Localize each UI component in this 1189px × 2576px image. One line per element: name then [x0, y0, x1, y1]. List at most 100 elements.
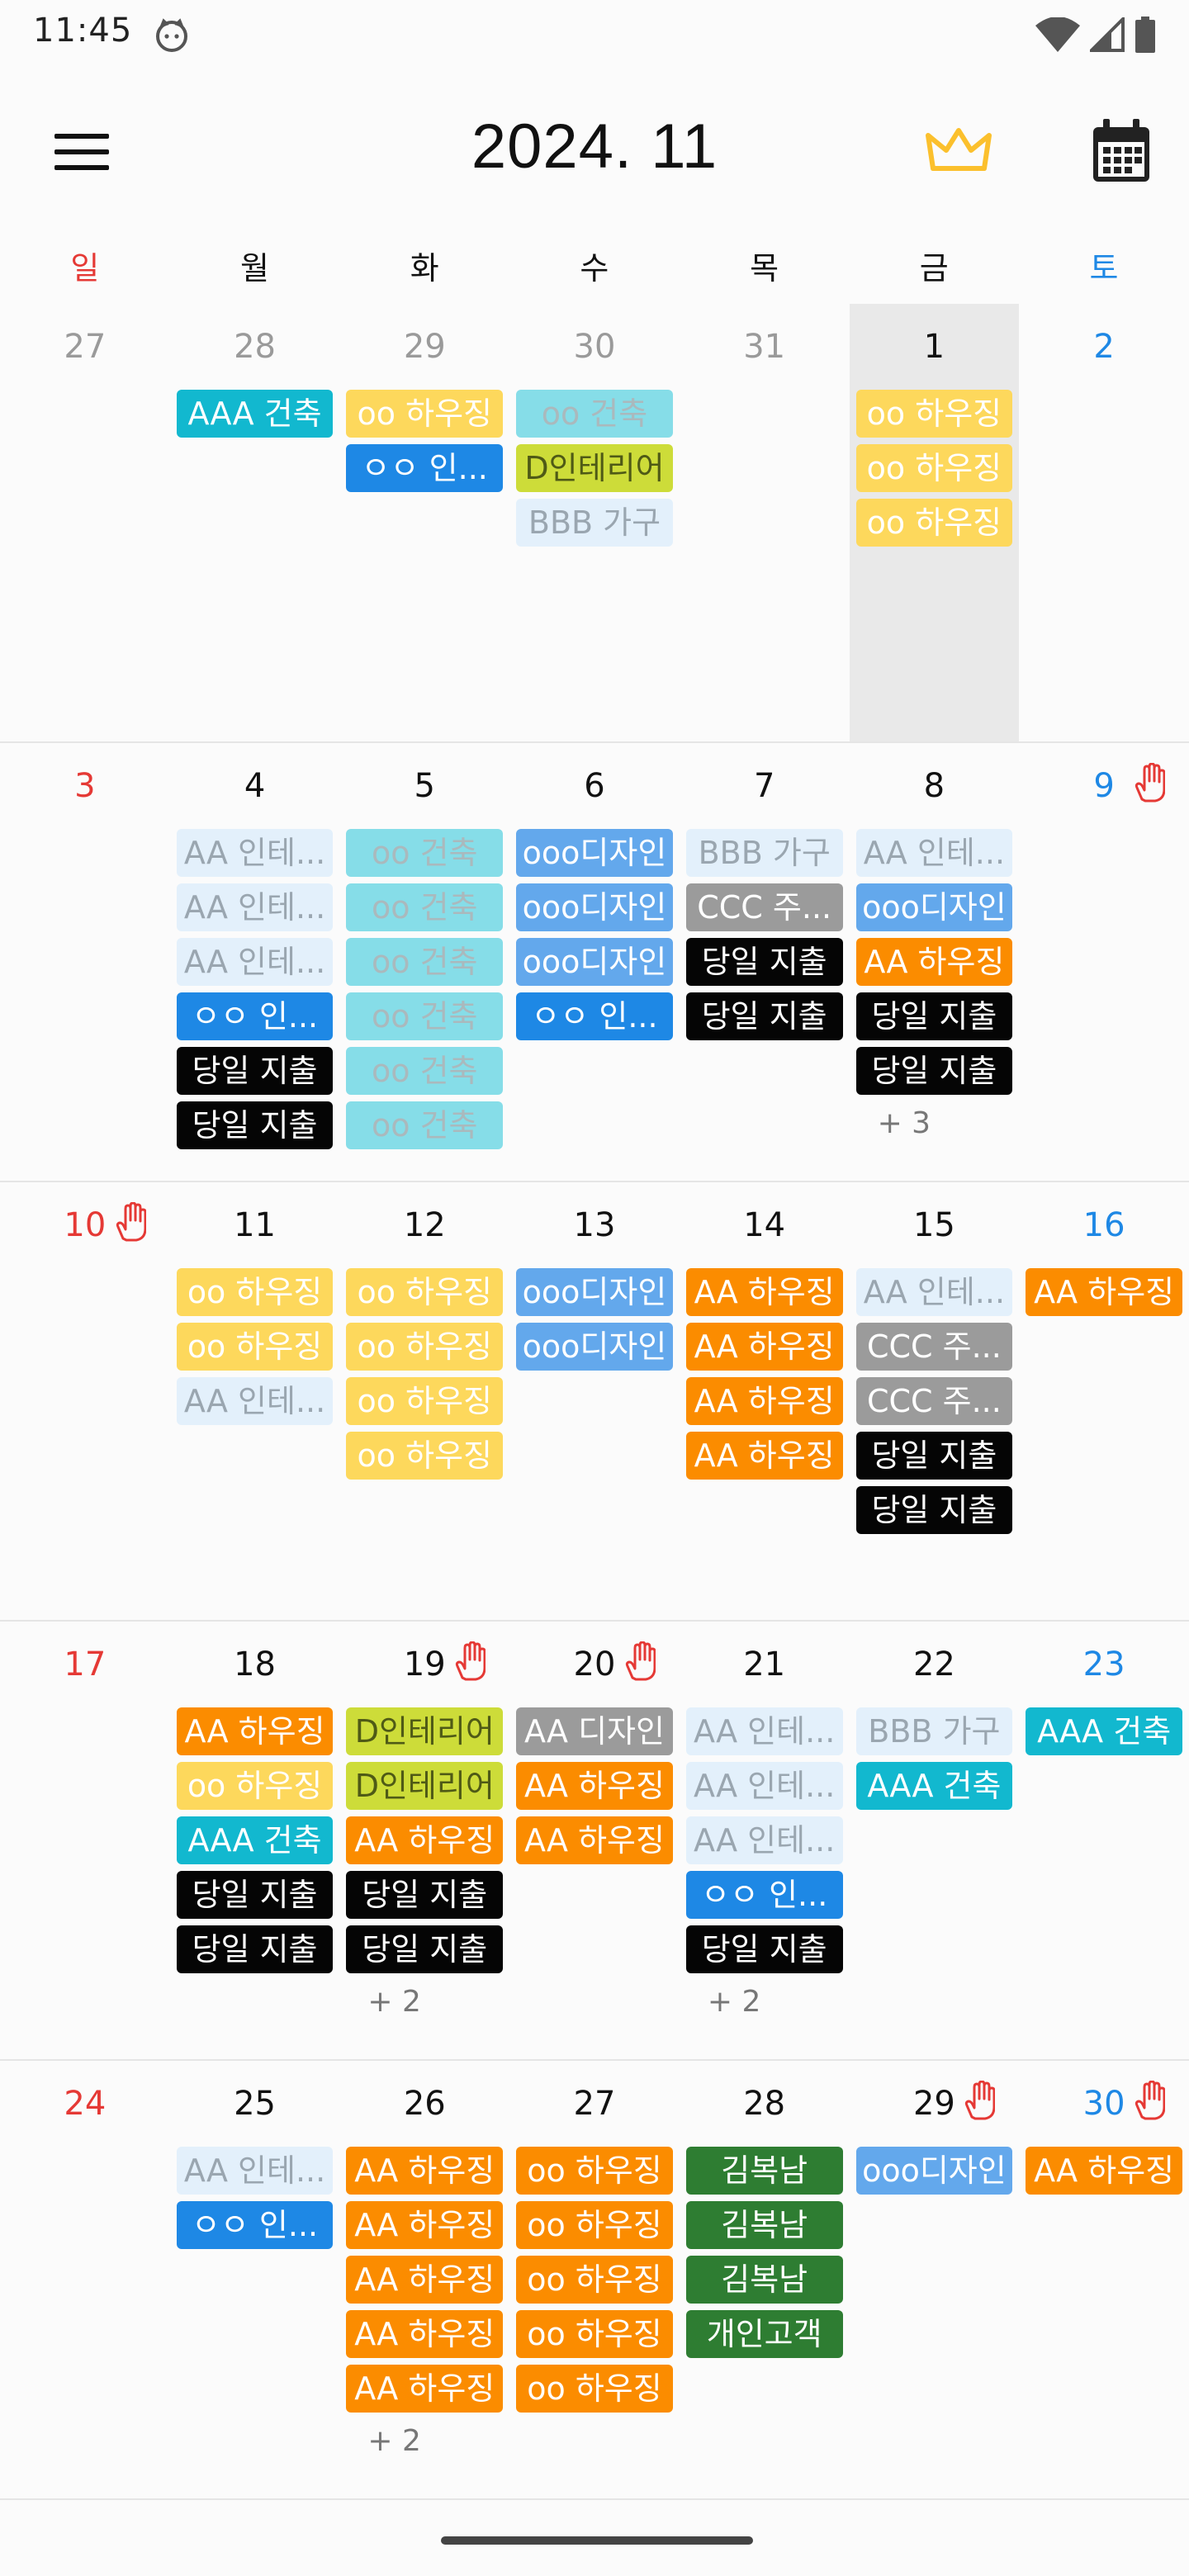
event-chip[interactable]: oo 하우징	[516, 2256, 673, 2304]
event-chip[interactable]: 당일 지출	[176, 1925, 334, 1973]
event-chip[interactable]: AA 하우징	[516, 1762, 673, 1810]
event-chip[interactable]: oo 건축	[346, 883, 504, 931]
day-cell[interactable]: 6 ooo디자인 ooo디자인 ooo디자인 ㅇㅇ 인...	[509, 743, 680, 1181]
day-cell[interactable]: 7 BBB 가구 CCC 주... 당일 지출 당일 지출	[680, 743, 850, 1181]
event-chip[interactable]: AA 하우징	[346, 2201, 504, 2249]
event-chip[interactable]: BBB 가구	[855, 1707, 1013, 1755]
day-cell[interactable]: 13 ooo디자인 ooo디자인	[509, 1182, 680, 1620]
event-chip[interactable]: 당일 지출	[685, 938, 843, 986]
day-cell[interactable]: 9	[1019, 743, 1189, 1181]
day-cell[interactable]: 27	[0, 304, 170, 741]
day-cell[interactable]: 12 oo 하우징 oo 하우징 oo 하우징 oo 하우징	[339, 1182, 509, 1620]
day-cell[interactable]: 8 AA 인테... ooo디자인 AA 하우징 당일 지출 당일 지출 + 3	[850, 743, 1020, 1181]
more-events-link[interactable]: + 3	[856, 1101, 1013, 1146]
event-chip[interactable]: D인테리어	[516, 444, 673, 492]
event-chip[interactable]: oo 건축	[346, 1047, 504, 1095]
event-chip[interactable]: oo 하우징	[176, 1323, 334, 1371]
day-cell[interactable]: 29 ooo디자인	[850, 2061, 1020, 2498]
menu-icon[interactable]	[43, 122, 122, 182]
day-cell[interactable]: 20 AA 디자인 AA 하우징 AA 하우징	[509, 1622, 680, 2059]
event-chip[interactable]: oo 하우징	[516, 2365, 673, 2413]
event-chip[interactable]: AA 하우징	[685, 1377, 843, 1425]
day-cell[interactable]: 22 BBB 가구 AAA 건축	[850, 1622, 1020, 2059]
day-cell[interactable]: 5 oo 건축 oo 건축 oo 건축 oo 건축 oo 건축 oo 건축	[339, 743, 509, 1181]
event-chip[interactable]: oo 하우징	[855, 444, 1013, 492]
event-chip[interactable]: oo 건축	[346, 1101, 504, 1149]
event-chip[interactable]: oo 하우징	[516, 2147, 673, 2195]
event-chip[interactable]: AA 인테...	[685, 1707, 843, 1755]
event-chip[interactable]: AA 하우징	[1026, 1268, 1182, 1316]
event-chip[interactable]: AA 하우징	[685, 1323, 843, 1371]
event-chip[interactable]: AA 하우징	[346, 1816, 504, 1864]
event-chip[interactable]: 당일 지출	[685, 992, 843, 1040]
event-chip[interactable]: ㅇㅇ 인...	[685, 1871, 843, 1919]
day-cell[interactable]: 3	[0, 743, 170, 1181]
event-chip[interactable]: AA 하우징	[346, 2310, 504, 2358]
event-chip[interactable]: 김복남	[685, 2201, 843, 2249]
day-cell[interactable]: 16 AA 하우징	[1019, 1182, 1189, 1620]
event-chip[interactable]: CCC 주...	[855, 1377, 1013, 1425]
event-chip[interactable]: ㅇㅇ 인...	[176, 992, 334, 1040]
event-chip[interactable]: oo 하우징	[516, 2201, 673, 2249]
day-cell[interactable]: 19 D인테리어 D인테리어 AA 하우징 당일 지출 당일 지출 + 2	[339, 1622, 509, 2059]
day-cell[interactable]: 15 AA 인테... CCC 주... CCC 주... 당일 지출 당일 지출	[850, 1182, 1020, 1620]
event-chip[interactable]: 당일 지출	[176, 1871, 334, 1919]
gesture-navigation-bar[interactable]	[441, 2536, 753, 2545]
event-chip[interactable]: 당일 지출	[346, 1925, 504, 1973]
day-cell[interactable]: 14 AA 하우징 AA 하우징 AA 하우징 AA 하우징	[680, 1182, 850, 1620]
event-chip[interactable]: AA 하우징	[516, 1816, 673, 1864]
event-chip[interactable]: AA 하우징	[346, 2147, 504, 2195]
event-chip[interactable]: oo 하우징	[855, 390, 1013, 438]
event-chip[interactable]: BBB 가구	[685, 829, 843, 877]
event-chip[interactable]: 당일 지출	[855, 1047, 1013, 1095]
event-chip[interactable]: 김복남	[685, 2256, 843, 2304]
event-chip[interactable]: ooo디자인	[516, 829, 673, 877]
event-chip[interactable]: ㅇㅇ 인...	[346, 444, 504, 492]
event-chip[interactable]: ooo디자인	[516, 1323, 673, 1371]
calendar-icon[interactable]	[1088, 117, 1154, 187]
event-chip[interactable]: AAA 건축	[176, 390, 334, 438]
event-chip[interactable]: oo 하우징	[346, 1323, 504, 1371]
event-chip[interactable]: AAA 건축	[855, 1762, 1013, 1810]
more-events-link[interactable]: + 2	[686, 1980, 843, 2024]
event-chip[interactable]: ㅇㅇ 인...	[516, 992, 673, 1040]
day-cell[interactable]: 25 AA 인테... ㅇㅇ 인...	[170, 2061, 340, 2498]
crown-icon[interactable]	[921, 121, 996, 187]
day-cell[interactable]: 2	[1019, 304, 1189, 741]
event-chip[interactable]: 김복남	[685, 2147, 843, 2195]
event-chip[interactable]: AA 인테...	[176, 1377, 334, 1425]
event-chip[interactable]: 당일 지출	[855, 1432, 1013, 1480]
day-cell[interactable]: 1 oo 하우징 oo 하우징 oo 하우징	[849, 304, 1020, 741]
day-cell[interactable]: 28 김복남 김복남 김복남 개인고객	[680, 2061, 850, 2498]
event-chip[interactable]: AAA 건축	[176, 1816, 334, 1864]
day-cell[interactable]: 28 AAA 건축	[170, 304, 340, 741]
day-cell[interactable]: 18 AA 하우징 oo 하우징 AAA 건축 당일 지출 당일 지출	[170, 1622, 340, 2059]
day-cell[interactable]: 30 oo 건축 D인테리어 BBB 가구	[509, 304, 680, 741]
event-chip[interactable]: AA 인테...	[685, 1816, 843, 1864]
day-cell[interactable]: 11 oo 하우징 oo 하우징 AA 인테...	[170, 1182, 340, 1620]
event-chip[interactable]: ooo디자인	[855, 2147, 1013, 2195]
event-chip[interactable]: oo 하우징	[346, 1377, 504, 1425]
event-chip[interactable]: 당일 지출	[346, 1871, 504, 1919]
event-chip[interactable]: AA 인테...	[176, 829, 334, 877]
event-chip[interactable]: AA 인테...	[685, 1762, 843, 1810]
day-cell[interactable]: 24	[0, 2061, 170, 2498]
event-chip[interactable]: 개인고객	[685, 2310, 843, 2358]
day-cell[interactable]: 27 oo 하우징 oo 하우징 oo 하우징 oo 하우징 oo 하우징	[509, 2061, 680, 2498]
event-chip[interactable]: ooo디자인	[516, 1268, 673, 1316]
event-chip[interactable]: AA 인테...	[855, 829, 1013, 877]
day-cell[interactable]: 30 AA 하우징	[1019, 2061, 1189, 2498]
day-cell[interactable]: 23 AAA 건축	[1019, 1622, 1189, 2059]
event-chip[interactable]: D인테리어	[346, 1762, 504, 1810]
more-events-link[interactable]: + 2	[346, 2419, 503, 2464]
event-chip[interactable]: 당일 지출	[855, 1486, 1013, 1534]
day-cell[interactable]: 4 AA 인테... AA 인테... AA 인테... ㅇㅇ 인... 당일 지출 당일 …	[170, 743, 340, 1181]
day-cell[interactable]: 31	[680, 304, 850, 741]
event-chip[interactable]: AA 하우징	[855, 938, 1013, 986]
event-chip[interactable]: AA 하우징	[176, 1707, 334, 1755]
event-chip[interactable]: oo 하우징	[346, 1432, 504, 1480]
event-chip[interactable]: 당일 지출	[685, 1925, 843, 1973]
event-chip[interactable]: ooo디자인	[516, 938, 673, 986]
event-chip[interactable]: oo 건축	[516, 390, 673, 438]
event-chip[interactable]: AAA 건축	[1026, 1707, 1182, 1755]
